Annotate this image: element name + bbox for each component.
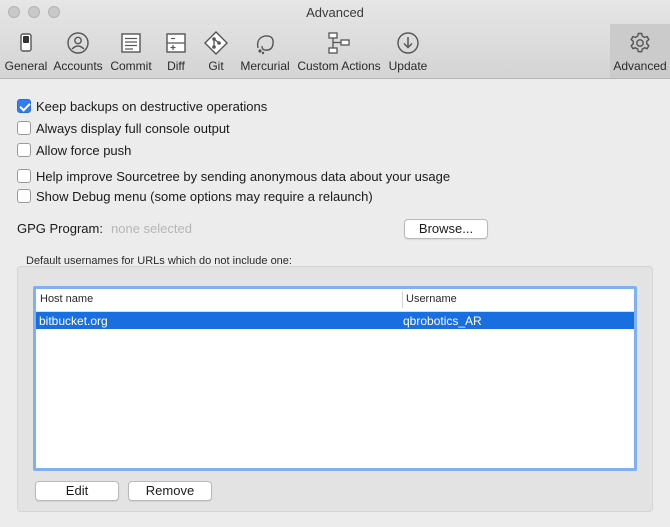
tab-general[interactable]: General bbox=[3, 24, 49, 78]
tab-accounts[interactable]: Accounts bbox=[51, 24, 105, 78]
edit-button[interactable]: Edit bbox=[35, 481, 119, 501]
option-anonymous-data[interactable]: Help improve Sourcetree by sending anony… bbox=[17, 167, 450, 185]
debug-menu-checkbox[interactable] bbox=[17, 189, 31, 203]
row-username: qbrobotics_AR bbox=[403, 314, 482, 328]
tab-git[interactable]: Git bbox=[199, 24, 233, 78]
mercurial-icon bbox=[256, 35, 274, 55]
tab-update-label: Update bbox=[388, 59, 428, 73]
column-host-name[interactable]: Host name bbox=[40, 293, 93, 305]
tab-general-label: General bbox=[4, 59, 48, 73]
git-icon bbox=[204, 31, 228, 55]
tab-git-label: Git bbox=[208, 59, 224, 73]
preferences-window: Advanced General Accounts Commit Diff Gi… bbox=[0, 0, 670, 527]
full-console-output-label: Always display full console output bbox=[36, 120, 230, 136]
tab-mercurial[interactable]: Mercurial bbox=[239, 24, 291, 78]
gear-icon bbox=[630, 32, 650, 53]
option-debug-menu[interactable]: Show Debug menu (some options may requir… bbox=[17, 187, 373, 205]
usernames-table[interactable]: Host name Username bitbucket.org qbrobot… bbox=[33, 286, 637, 471]
row-host-name: bitbucket.org bbox=[39, 314, 108, 328]
gpg-program-value: none selected bbox=[111, 221, 192, 236]
anonymous-data-checkbox[interactable] bbox=[17, 169, 31, 183]
default-usernames-label: Default usernames for URLs which do not … bbox=[26, 255, 292, 267]
keep-backups-checkbox[interactable] bbox=[17, 99, 31, 113]
window-title: Advanced bbox=[306, 5, 364, 20]
remove-button[interactable]: Remove bbox=[128, 481, 212, 501]
table-header: Host name Username bbox=[36, 289, 634, 312]
column-username[interactable]: Username bbox=[406, 293, 457, 305]
allow-force-push-label: Allow force push bbox=[36, 142, 132, 158]
tab-custom-actions[interactable]: Custom Actions bbox=[296, 24, 382, 78]
diff-icon bbox=[166, 33, 186, 53]
switch-icon bbox=[20, 33, 32, 52]
debug-menu-label: Show Debug menu (some options may requir… bbox=[36, 188, 373, 204]
full-console-output-checkbox[interactable] bbox=[17, 121, 31, 135]
anonymous-data-label: Help improve Sourcetree by sending anony… bbox=[36, 168, 451, 184]
keep-backups-label: Keep backups on destructive operations bbox=[36, 98, 268, 114]
browse-button[interactable]: Browse... bbox=[404, 219, 488, 239]
tab-advanced[interactable]: Advanced bbox=[610, 24, 670, 78]
document-icon bbox=[121, 33, 141, 53]
tab-update[interactable]: Update bbox=[386, 24, 430, 78]
option-allow-force-push[interactable]: Allow force push bbox=[17, 141, 131, 159]
tab-commit-label: Commit bbox=[110, 59, 152, 73]
option-keep-backups[interactable]: Keep backups on destructive operations bbox=[17, 97, 267, 115]
tab-advanced-label: Advanced bbox=[613, 59, 667, 73]
title-bar: Advanced General Accounts Commit Diff Gi… bbox=[0, 0, 670, 79]
tab-commit[interactable]: Commit bbox=[108, 24, 154, 78]
gpg-program-label: GPG Program: bbox=[17, 221, 103, 236]
tab-custom-actions-label: Custom Actions bbox=[297, 59, 381, 73]
option-full-console-output[interactable]: Always display full console output bbox=[17, 119, 230, 137]
column-divider[interactable] bbox=[402, 292, 403, 308]
tab-accounts-label: Accounts bbox=[53, 59, 103, 73]
tab-diff[interactable]: Diff bbox=[158, 24, 194, 78]
tab-mercurial-label: Mercurial bbox=[240, 59, 290, 73]
table-row[interactable]: bitbucket.org qbrobotics_AR bbox=[36, 312, 634, 329]
tab-diff-label: Diff bbox=[167, 59, 185, 73]
flowchart-icon bbox=[328, 32, 350, 54]
download-icon bbox=[397, 32, 419, 54]
allow-force-push-checkbox[interactable] bbox=[17, 143, 31, 157]
person-icon bbox=[67, 32, 89, 54]
